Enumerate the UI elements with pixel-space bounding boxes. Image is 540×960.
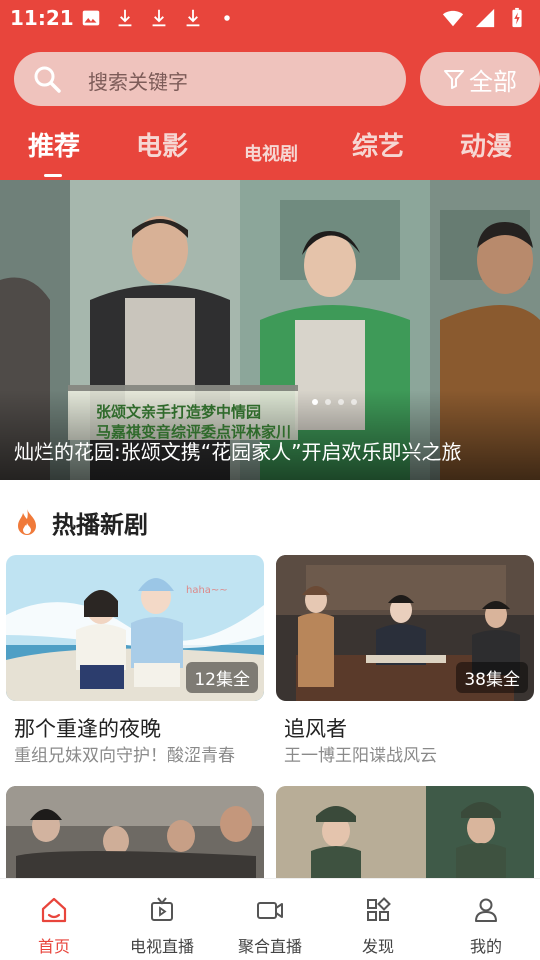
- nav-profile[interactable]: 我的: [432, 879, 540, 960]
- drama-card[interactable]: haha~~ 12集全 那个重逢的夜晚 重组兄妹双向守护！酸涩青春: [6, 555, 264, 766]
- nav-label: 首页: [37, 937, 70, 956]
- drama-card[interactable]: 38集全 追风者 王一博王阳谍战风云: [276, 555, 534, 766]
- card-subtitle: 王一博王阳谍战风云: [284, 746, 437, 766]
- signal-icon: [475, 8, 495, 28]
- nav-label: 电视直播: [129, 937, 194, 956]
- search-placeholder: 搜索关键字: [88, 70, 188, 94]
- banner-caption: 灿烂的花园:张颂文携“花园家人”开启欢乐即兴之旅: [14, 440, 462, 464]
- episode-badge: 12集全: [186, 662, 258, 693]
- download-icon: [152, 9, 166, 27]
- filter-button[interactable]: 全部: [420, 52, 540, 106]
- user-icon: [475, 898, 497, 922]
- tab-tv-series[interactable]: 电视剧: [244, 140, 298, 166]
- nav-label: 发现: [361, 937, 394, 956]
- card-title: 追风者: [284, 717, 347, 741]
- search-icon: [34, 66, 61, 93]
- drama-card[interactable]: [6, 786, 264, 878]
- featured-banner[interactable]: 张颂文亲手打造梦中情园 马嘉祺变音综评委点评林家川 灿烂的花园:张颂文携“花园家…: [0, 180, 540, 480]
- card-thumbnail: haha~~ 12集全: [6, 555, 264, 701]
- poster-image: [276, 786, 534, 878]
- nav-tv-live[interactable]: 电视直播: [108, 879, 216, 960]
- notification-icons: [80, 6, 238, 30]
- nav-discover[interactable]: 发现: [324, 879, 432, 960]
- card-thumbnail: [6, 786, 264, 878]
- tab-anime[interactable]: 动漫: [460, 126, 512, 163]
- tv-icon: [151, 897, 173, 921]
- fire-icon: [18, 509, 36, 535]
- tab-movie[interactable]: 电影: [136, 126, 188, 163]
- image-icon: [82, 10, 100, 26]
- episode-badge: 38集全: [456, 662, 528, 693]
- category-tabs: 推荐 电影 电视剧 综艺 动漫: [0, 126, 540, 180]
- banner-pagination: [312, 399, 357, 405]
- system-icons: [442, 6, 528, 30]
- search-row: 搜索关键字 全部: [14, 52, 540, 106]
- card-title: 那个重逢的夜晚: [14, 717, 161, 741]
- header: 11:21 搜索关键字 全部 推荐 电影 电视剧 综艺 动漫: [0, 0, 540, 180]
- video-camera-icon: [257, 902, 283, 919]
- card-thumbnail: 38集全: [276, 555, 534, 701]
- battery-icon: [512, 7, 522, 28]
- pagination-dot: [312, 399, 318, 405]
- tab-active-indicator: [44, 174, 62, 177]
- home-icon: [41, 897, 67, 923]
- status-bar: 11:21: [0, 0, 540, 36]
- filter-icon: [444, 70, 464, 89]
- dot-icon: [224, 15, 230, 21]
- pagination-dot: [351, 399, 357, 405]
- banner-subtitle-1: 张颂文亲手打造梦中情园: [96, 403, 262, 421]
- bottom-navigation: 首页 电视直播 聚合直播 发现 我的: [0, 878, 540, 960]
- tab-recommend[interactable]: 推荐: [28, 126, 80, 163]
- discover-icon: [367, 897, 391, 921]
- poster-image: [6, 786, 264, 878]
- wifi-icon: [442, 10, 464, 27]
- card-subtitle: 重组兄妹双向守护！酸涩青春: [14, 746, 235, 766]
- svg-text:haha~~: haha~~: [186, 585, 228, 596]
- filter-label: 全部: [469, 67, 517, 96]
- pagination-dot: [325, 399, 331, 405]
- nav-home[interactable]: 首页: [0, 879, 108, 960]
- download-icon: [186, 9, 200, 27]
- tab-variety[interactable]: 综艺: [352, 126, 404, 163]
- download-icon: [118, 9, 132, 27]
- card-thumbnail: [276, 786, 534, 878]
- section-title: 热播新剧: [52, 510, 148, 539]
- nav-label: 聚合直播: [237, 937, 302, 956]
- drama-card[interactable]: [276, 786, 534, 878]
- nav-label: 我的: [469, 937, 502, 956]
- search-input[interactable]: 搜索关键字: [14, 52, 406, 106]
- section-header: 热播新剧: [14, 504, 148, 540]
- pagination-dot: [338, 399, 344, 405]
- nav-aggregate-live[interactable]: 聚合直播: [216, 879, 324, 960]
- status-time: 11:21: [10, 6, 74, 30]
